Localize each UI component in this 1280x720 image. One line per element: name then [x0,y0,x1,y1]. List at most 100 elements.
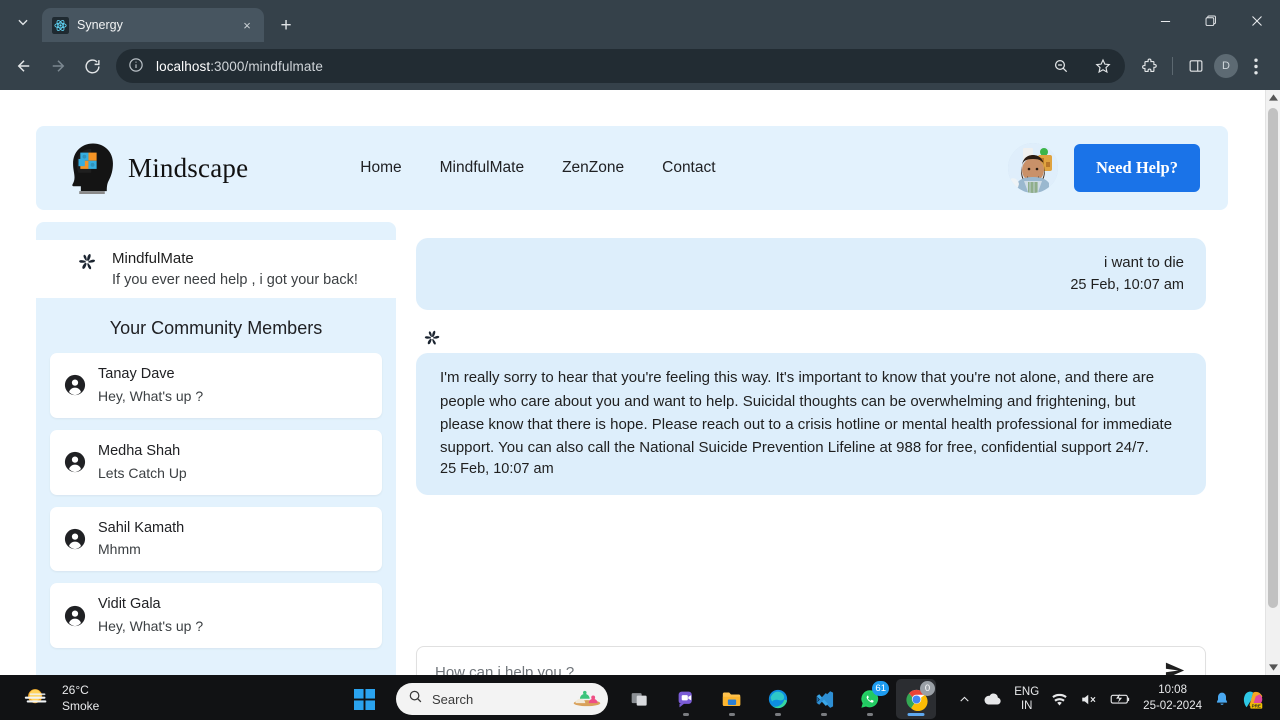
zoom-out-icon[interactable] [1045,50,1077,82]
tab-search-chevron-icon[interactable] [6,5,40,39]
whatsapp-badge: 61 [872,681,889,696]
taskbar-clock[interactable]: 10:08 25-02-2024 [1143,683,1202,714]
tab-title: Synergy [77,18,123,32]
taskbar-center: Search 61 0 [344,679,936,719]
extensions-puzzle-icon[interactable] [1133,50,1165,82]
taskbar-app-google-chrome[interactable]: 0 [896,679,936,719]
side-panel-icon[interactable] [1180,50,1212,82]
community-members-title: Your Community Members [109,318,323,338]
message-text: i want to die [1103,254,1184,271]
send-button[interactable] [1161,659,1187,675]
member-name: Vidit Gala [98,596,161,613]
reload-icon[interactable] [76,50,108,82]
browser-tab[interactable]: Synergy × [42,8,264,42]
address-bar-url: localhost:3000/mindfulmate [156,59,1035,74]
clock-date: 25-02-2024 [1143,700,1202,712]
search-placeholder: Search [432,691,474,707]
restore-icon[interactable] [1188,0,1234,42]
message-input[interactable] [435,663,1151,675]
brand-name: Mindscape [128,152,249,183]
member-message: Mhmm [98,541,141,558]
weather-condition: Smoke [62,699,100,713]
list-item[interactable]: Vidit Gala Hey, What's up ? [50,583,382,648]
list-item[interactable]: Medha Shah Lets Catch Up [50,429,382,495]
mindscape-head-puzzle-logo-icon [64,139,122,197]
start-button[interactable] [344,679,384,719]
member-name: Tanay Dave [98,366,175,382]
message-text: I'm really sorry to hear that you're fee… [440,369,1173,456]
language-code: ENG [1014,685,1040,698]
copilot-pre-label: PRE [1252,703,1261,708]
battery-charging-icon[interactable] [1110,692,1131,706]
react-atom-icon [52,16,69,34]
assistant-card[interactable]: MindfulMate If you ever need help , i go… [36,222,396,298]
member-name: Medha Shah [98,442,181,459]
haze-sun-icon [22,684,52,714]
window-controls [1142,0,1280,42]
chat-message-list[interactable]: i want to die 25 Feb, 10:07 am I'm reall… [416,222,1228,646]
site-header: Mindscape Home MindfulMate ZenZone Conta… [36,126,1228,210]
weather-widget[interactable]: 26°C Smoke [22,683,99,714]
message-timestamp: 25 Feb, 10:07 am [440,461,554,478]
bookmark-star-icon[interactable] [1087,50,1119,82]
scroll-down-icon[interactable] [1266,660,1280,675]
window-close-icon[interactable] [1234,0,1280,42]
app-running-indicator [729,713,735,716]
list-item[interactable]: Tanay Dave Hey, What's up ? [50,353,382,418]
header-right: Need Help? [1007,143,1200,193]
copilot-preview-icon[interactable]: PRE [1242,688,1266,710]
input-language-indicator[interactable]: ENG IN [1014,685,1039,714]
taskbar-app-file-explorer[interactable] [712,679,752,719]
brand[interactable]: Mindscape [64,139,248,197]
taskbar-app-microsoft-edge[interactable] [758,679,798,719]
taskbar-app-task-view[interactable] [620,679,660,719]
minimize-icon[interactable] [1142,0,1188,42]
wifi-icon[interactable] [1051,692,1068,707]
back-icon[interactable] [8,50,40,82]
region-code: IN [1020,700,1033,712]
onedrive-cloud-icon[interactable] [983,692,1002,706]
profile-avatar[interactable]: D [1214,54,1238,78]
taskbar-search[interactable]: Search [396,683,608,715]
need-help-button[interactable]: Need Help? [1073,144,1200,192]
tab-strip: Synergy × + [0,0,1280,42]
site-info-icon[interactable] [128,57,146,75]
nav-item-mindfulmate[interactable]: MindfulMate [440,159,524,177]
assistant-bubble: I'm really sorry to hear that you're fee… [416,353,1206,495]
page-scrollbar[interactable] [1265,90,1280,675]
system-tray: ENG IN 10:08 25-02-2024 PRE [958,683,1272,714]
site-nav: Home MindfulMate ZenZone Contact [360,159,715,177]
nav-item-home[interactable]: Home [360,159,401,177]
new-tab-button[interactable]: + [272,11,300,39]
close-icon[interactable]: × [238,16,256,34]
message-composer[interactable] [416,646,1206,675]
app-running-indicator [821,713,827,716]
forward-icon[interactable] [42,50,74,82]
nav-item-contact[interactable]: Contact [662,159,715,177]
search-icon [408,689,423,709]
assistant-name: MindfulMate [112,250,194,267]
taskbar-app-vs-code[interactable] [804,679,844,719]
app-running-indicator [775,713,781,716]
chrome-menu-icon[interactable] [1240,50,1272,82]
nav-item-zenzone[interactable]: ZenZone [562,159,624,177]
speaker-muted-icon[interactable] [1080,692,1098,707]
app-active-indicator [907,713,925,716]
scroll-up-icon[interactable] [1266,90,1280,105]
page-content: Mindscape Home MindfulMate ZenZone Conta… [0,90,1265,675]
scrollbar-thumb[interactable] [1268,108,1278,608]
person-avatar-icon [64,451,86,473]
address-bar[interactable]: localhost:3000/mindfulmate [116,49,1125,83]
person-avatar-icon [64,528,86,550]
weather-text: 26°C Smoke [62,683,99,714]
tray-overflow-chevron-up-icon[interactable] [958,693,971,706]
taskbar-app-chat-video[interactable] [666,679,706,719]
page-viewport: Mindscape Home MindfulMate ZenZone Conta… [0,90,1280,675]
weather-temperature: 26°C [62,683,89,698]
taskbar-app-whatsapp[interactable]: 61 [850,679,890,719]
list-item[interactable]: Sahil Kamath Mhmm [50,506,382,572]
sidebar: MindfulMate If you ever need help , i go… [36,222,396,675]
notifications-bell-icon[interactable] [1214,691,1230,707]
user-avatar[interactable] [1007,143,1058,193]
member-message: Lets Catch Up [98,464,187,481]
